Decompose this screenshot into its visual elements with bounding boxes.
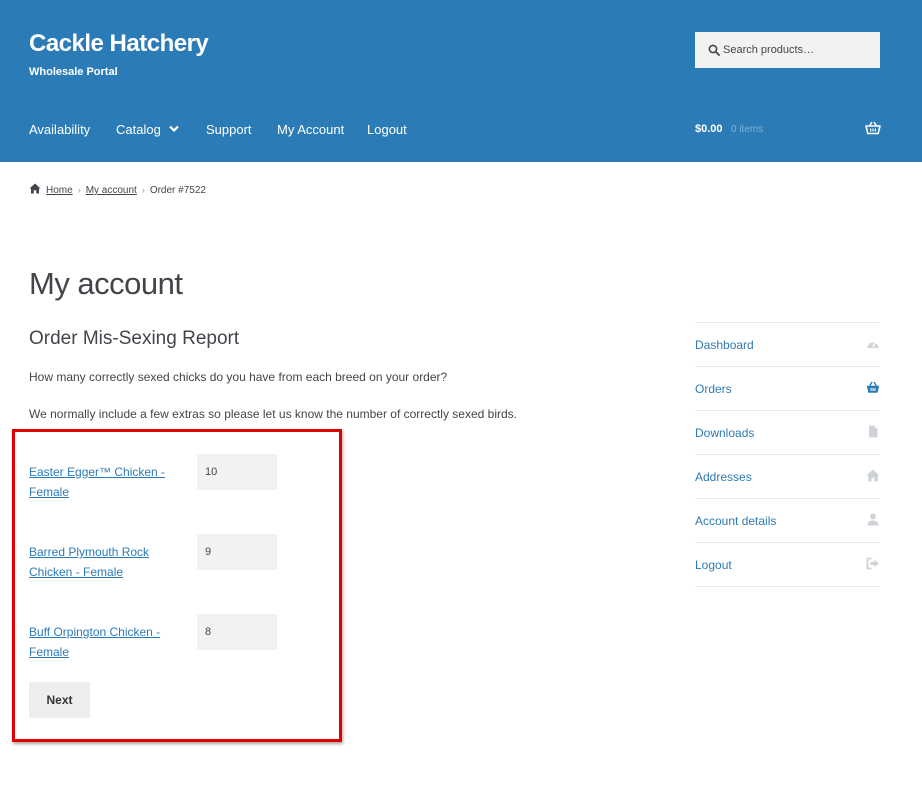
site-header: Cackle Hatchery Wholesale Portal Availab… bbox=[0, 0, 922, 162]
account-nav-label[interactable]: Orders bbox=[695, 382, 732, 396]
breed-link-easter-egger[interactable]: Easter Egger™ Chicken - Female bbox=[29, 462, 179, 502]
account-nav-downloads[interactable]: Downloads bbox=[695, 411, 880, 455]
breed-name-line: Female bbox=[29, 485, 70, 499]
quantity-input-buff-orpington[interactable] bbox=[197, 614, 277, 650]
breadcrumb-current: Order #7522 bbox=[149, 185, 206, 196]
site-title[interactable]: Cackle Hatchery bbox=[29, 30, 209, 58]
search-icon bbox=[708, 44, 720, 56]
breadcrumb: Home › My account › Order #7522 bbox=[29, 183, 206, 196]
breed-name-line: Barred Plymouth Rock bbox=[29, 545, 150, 559]
account-navigation: Dashboard Orders Downloads Addresses Acc… bbox=[695, 322, 880, 587]
search-input[interactable] bbox=[723, 32, 873, 68]
search-box[interactable] bbox=[695, 32, 880, 68]
account-nav-label[interactable]: Addresses bbox=[695, 470, 752, 484]
account-nav-orders[interactable]: Orders bbox=[695, 367, 880, 411]
home-icon bbox=[29, 183, 41, 194]
account-nav-label[interactable]: Account details bbox=[695, 514, 776, 528]
breed-name-line: Buff Orpington Chicken - bbox=[29, 625, 161, 639]
logout-icon bbox=[866, 557, 879, 570]
nav-item-logout[interactable]: Logout bbox=[367, 122, 407, 137]
breed-name-line: Chicken - Female bbox=[29, 565, 124, 579]
nav-item-catalog[interactable]: Catalog bbox=[116, 122, 161, 137]
account-nav-label[interactable]: Downloads bbox=[695, 426, 754, 440]
quantity-input-barred-rock[interactable] bbox=[197, 534, 277, 570]
cart-total[interactable]: $0.00 bbox=[695, 123, 723, 135]
cart-count[interactable]: 0 items bbox=[731, 124, 763, 135]
site-description: Wholesale Portal bbox=[29, 66, 118, 78]
nav-item-support[interactable]: Support bbox=[206, 122, 252, 137]
question-text: How many correctly sexed chicks do you h… bbox=[29, 370, 448, 384]
nav-item-my-account[interactable]: My Account bbox=[277, 122, 344, 137]
nav-item-availability[interactable]: Availability bbox=[29, 122, 90, 137]
account-nav-dashboard[interactable]: Dashboard bbox=[695, 323, 880, 367]
breadcrumb-separator: › bbox=[77, 185, 81, 195]
breadcrumb-account-link[interactable]: My account bbox=[86, 185, 137, 196]
user-icon bbox=[867, 513, 879, 526]
quantity-input-easter-egger[interactable] bbox=[197, 454, 277, 490]
breed-link-buff-orpington[interactable]: Buff Orpington Chicken - Female bbox=[29, 622, 179, 662]
file-icon bbox=[869, 425, 878, 438]
home-icon bbox=[866, 469, 880, 482]
account-nav-label[interactable]: Logout bbox=[695, 558, 732, 572]
breed-name-line: Female bbox=[29, 645, 70, 659]
breed-link-barred-rock[interactable]: Barred Plymouth Rock Chicken - Female bbox=[29, 542, 179, 582]
account-nav-addresses[interactable]: Addresses bbox=[695, 455, 880, 499]
dashboard-icon bbox=[867, 341, 879, 348]
section-title: Order Mis-Sexing Report bbox=[29, 328, 240, 349]
breed-name-line: Easter Egger™ Chicken - bbox=[29, 465, 166, 479]
account-nav-logout[interactable]: Logout bbox=[695, 543, 880, 587]
account-nav-account-details[interactable]: Account details bbox=[695, 499, 880, 543]
chevron-down-icon[interactable] bbox=[169, 125, 179, 133]
basket-icon bbox=[866, 381, 880, 393]
note-text: We normally include a few extras so plea… bbox=[29, 407, 518, 421]
breadcrumb-separator: › bbox=[141, 185, 145, 195]
page-title: My account bbox=[29, 266, 183, 301]
basket-icon[interactable] bbox=[865, 121, 881, 135]
breadcrumb-home-link[interactable]: Home bbox=[46, 185, 73, 196]
next-button[interactable]: Next bbox=[29, 682, 90, 718]
account-nav-label[interactable]: Dashboard bbox=[695, 338, 754, 352]
